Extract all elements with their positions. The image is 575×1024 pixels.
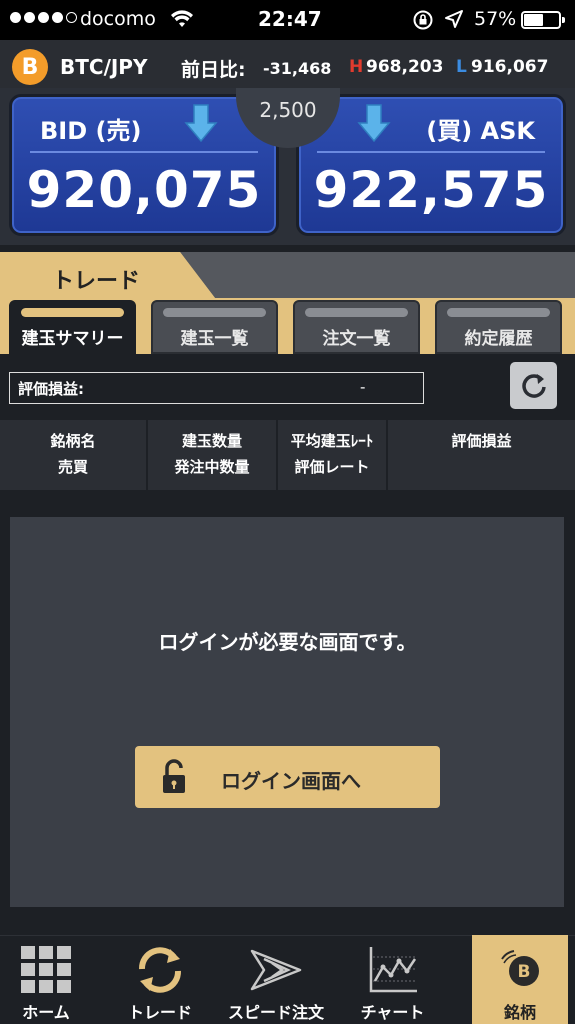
spread-value: 2,500 <box>259 98 317 122</box>
nav-label: ホーム <box>22 1003 70 1022</box>
profit-loss-field: 評価損益: - <box>9 372 424 404</box>
tab-order-list[interactable]: 注文一覧 <box>293 300 420 354</box>
signal-strength-icon <box>10 12 77 23</box>
ask-price: 922,575 <box>313 161 549 219</box>
currency-pair[interactable]: BTC/JPY <box>60 55 147 79</box>
battery-icon <box>521 11 565 29</box>
nav-speed-order[interactable]: スピード注文 <box>222 935 330 1024</box>
bitcoin-icon: B <box>12 49 48 85</box>
nav-home[interactable]: ホーム <box>0 935 92 1024</box>
tab-position-summary[interactable]: 建玉サマリー <box>9 300 136 354</box>
speed-arrows-icon <box>250 949 302 991</box>
column-valuation-pl: 評価損益 <box>451 432 512 450</box>
nav-label: チャート <box>360 1003 425 1022</box>
change-value: -31,468 <box>263 59 332 78</box>
divider <box>317 151 545 153</box>
nav-trade[interactable]: トレード <box>110 935 210 1024</box>
refresh-icon <box>521 373 546 398</box>
unlock-icon <box>163 759 185 793</box>
login-required-panel <box>10 517 564 907</box>
rotation-lock-icon <box>413 10 433 30</box>
svg-text:B: B <box>518 962 531 982</box>
tab-label: 注文一覧 <box>322 329 391 349</box>
location-arrow-icon <box>445 10 463 28</box>
trade-title: トレード <box>52 269 141 294</box>
chart-icon <box>369 947 417 993</box>
carrier-name: docomo <box>80 8 156 30</box>
nav-chart[interactable]: チャート <box>345 935 440 1024</box>
bid-label: BID (売) <box>40 117 142 145</box>
high-tag: H <box>349 57 364 77</box>
bid-price: 920,075 <box>26 161 262 219</box>
high-value: 968,203 <box>366 57 444 77</box>
nav-label: 銘柄 <box>503 1003 536 1022</box>
tab-label: 建玉サマリー <box>21 329 124 349</box>
wifi-icon <box>171 10 193 27</box>
nav-label: トレード <box>127 1003 192 1022</box>
change-label: 前日比: <box>181 59 246 81</box>
tab-execution-history[interactable]: 約定履歴 <box>435 300 562 354</box>
refresh-button[interactable] <box>510 362 557 409</box>
login-required-message: ログインが必要な画面です。 <box>158 630 417 654</box>
nav-symbol[interactable]: B 銘柄 <box>472 935 568 1024</box>
clock: 22:47 <box>258 7 322 31</box>
trade-cycle-icon <box>139 947 181 993</box>
grid-icon <box>21 946 71 993</box>
login-button[interactable]: ログイン画面へ <box>135 746 440 808</box>
divider <box>30 151 258 153</box>
low-value: 916,067 <box>471 57 549 77</box>
profit-loss-value: - <box>360 378 366 396</box>
ask-label: (買) ASK <box>426 117 535 145</box>
status-bar: docomo 22:47 57% <box>0 0 575 40</box>
login-button-label: ログイン画面へ <box>221 769 361 793</box>
tab-label: 約定履歴 <box>464 329 533 349</box>
column-avg-rate: 平均建玉ﾚｰﾄ 評価レート <box>290 432 374 476</box>
tab-label: 建玉一覧 <box>180 329 249 349</box>
bitcoin-icon: B <box>501 950 539 986</box>
profit-loss-label: 評価損益: <box>18 380 84 398</box>
nav-label: スピード注文 <box>227 1003 324 1022</box>
battery-percent: 57% <box>474 8 517 30</box>
down-arrow-icon <box>357 104 391 143</box>
column-symbol: 銘柄名 売買 <box>50 432 96 476</box>
column-quantity: 建玉数量 発注中数量 <box>174 432 250 476</box>
tab-position-list[interactable]: 建玉一覧 <box>151 300 278 354</box>
low-tag: L <box>456 57 467 77</box>
down-arrow-icon <box>184 104 218 143</box>
